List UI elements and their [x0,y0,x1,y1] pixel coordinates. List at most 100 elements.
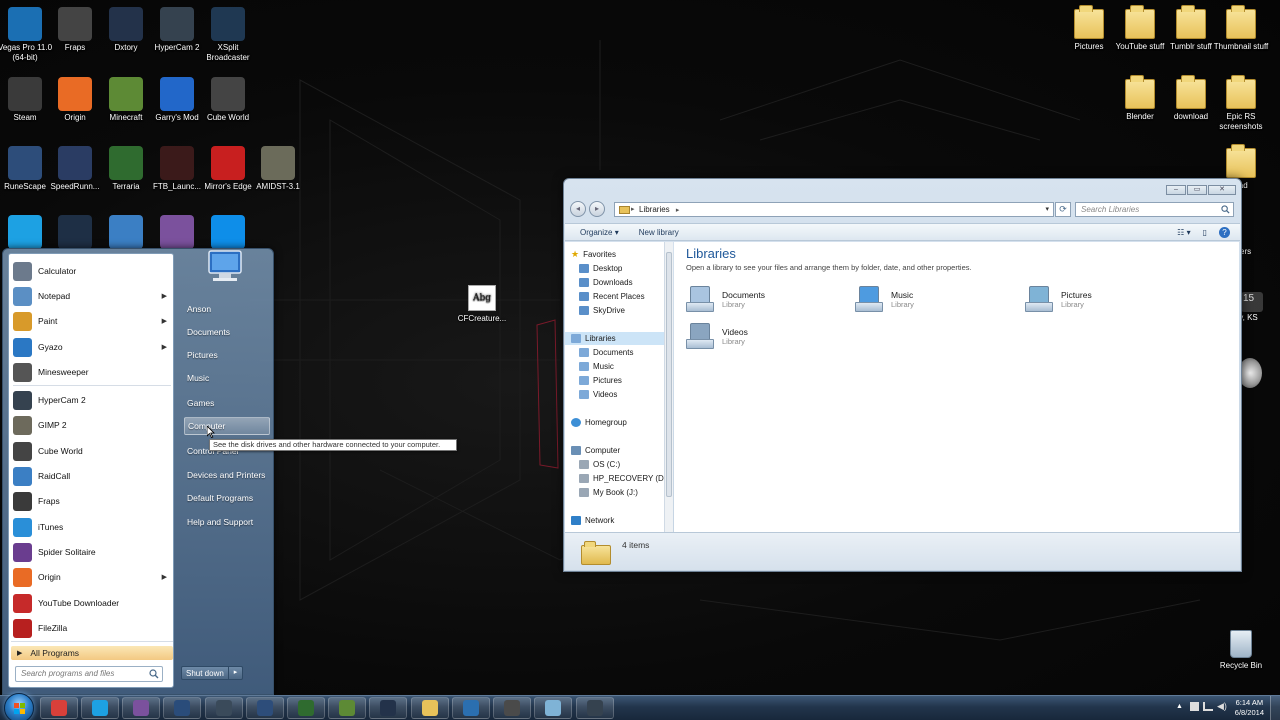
nav-item[interactable]: Pictures [579,374,622,387]
start-menu-program[interactable]: Cube World [11,439,173,463]
explorer-window-libraries[interactable]: – ▭ ✕ ◂ ▸ ▸ Libraries ▸ ▾ ⟳ Search Libra… [563,178,1242,572]
desktop-shortcut[interactable]: XSplit Broadcaster [200,4,256,63]
clock[interactable]: 6:14 AM 6/8/2014 [1235,698,1264,718]
taskbar-button[interactable] [369,697,407,719]
nav-libraries[interactable]: Libraries [565,332,665,345]
start-menu-program[interactable]: Calculator [11,259,173,283]
start-menu-program[interactable]: Fraps [11,489,173,513]
start-menu-program[interactable]: Notepad ▶ [11,284,173,308]
start-menu-program[interactable]: Minesweeper [11,360,173,384]
desktop-shortcut[interactable]: Garry's Mod [149,74,205,123]
nav-homegroup[interactable]: Homegroup [571,416,627,429]
help-icon[interactable]: ? [1219,227,1230,238]
action-center-icon[interactable] [1190,702,1199,711]
nav-item[interactable]: My Book (J:) [579,486,638,499]
taskbar-button[interactable] [40,697,78,719]
submenu-arrow-icon[interactable]: ▶ [162,573,167,581]
shutdown-options-arrow-icon[interactable]: ▸ [228,667,242,679]
desktop-shortcut[interactable]: AMIDST-3.1 [250,143,306,192]
desktop-shortcut[interactable]: Cube World [200,74,256,123]
desktop-shortcut[interactable]: Tumblr stuff [1163,4,1219,52]
address-root-label[interactable]: Libraries [639,205,670,214]
explorer-search-input[interactable]: Search Libraries [1075,202,1234,217]
submenu-arrow-icon[interactable]: ▶ [162,292,167,300]
desktop-shortcut[interactable]: Terraria [98,143,154,192]
desktop-shortcut[interactable]: Recycle Bin [1213,626,1269,671]
nav-item[interactable]: Downloads [579,276,633,289]
start-menu-link[interactable]: Games [184,394,270,412]
desktop-shortcut[interactable] [98,212,154,251]
submenu-arrow-icon[interactable]: ▶ [162,317,167,325]
show-hidden-icons-icon[interactable]: ▲ [1176,703,1183,710]
taskbar-button[interactable] [81,697,119,719]
desktop-shortcut[interactable]: Pictures [1061,4,1117,52]
start-menu-program[interactable]: Origin ▶ [11,565,173,589]
library-item[interactable]: Music Library [855,284,914,314]
back-button[interactable]: ◂ [570,201,586,217]
desktop-shortcut[interactable]: Dxtory [98,4,154,53]
start-menu-program[interactable]: iTunes [11,515,173,539]
start-menu-link[interactable]: Help and Support [184,513,270,531]
minimize-button[interactable]: – [1166,185,1186,195]
taskbar-button[interactable] [493,697,531,719]
organize-menu[interactable]: Organize ▾ [580,228,619,237]
desktop-shortcut[interactable]: Blender [1112,74,1168,122]
nav-computer[interactable]: Computer [571,444,620,457]
taskbar-button[interactable] [534,697,572,719]
desktop-shortcut[interactable]: HyperCam 2 [149,4,205,53]
all-programs-button[interactable]: ▶ All Programs [11,646,173,660]
shutdown-button[interactable]: Shut down ▸ [181,666,243,680]
address-bar[interactable]: ▸ Libraries ▸ ▾ [614,202,1054,217]
start-menu-link[interactable]: Default Programs [184,489,270,507]
volume-icon[interactable]: ◀) [1217,701,1227,712]
network-tray-icon[interactable] [1203,702,1213,711]
taskbar-button[interactable] [328,697,366,719]
address-dropdown-icon[interactable]: ▾ [1045,203,1049,216]
show-desktop-button[interactable] [1270,696,1280,720]
start-menu-program[interactable]: HyperCam 2 [11,388,173,412]
submenu-arrow-icon[interactable]: ▶ [162,343,167,351]
desktop-shortcut[interactable]: download [1163,74,1219,122]
taskbar-button[interactable] [411,697,449,719]
desktop-shortcut[interactable]: RuneScape [0,143,53,192]
desktop-shortcut[interactable]: Thumbnail stuff [1213,4,1269,52]
forward-button[interactable]: ▸ [589,201,605,217]
desktop-shortcut[interactable]: YouTube stuff [1112,4,1168,52]
start-button[interactable] [4,693,34,720]
start-menu-program[interactable]: Spider Solitaire [11,540,173,564]
desktop-shortcut[interactable]: Fraps [47,4,103,53]
nav-item[interactable]: Documents [579,346,633,359]
start-menu-link[interactable]: Devices and Printers [184,466,270,484]
desktop-shortcut[interactable]: Epic RS screenshots [1213,74,1269,132]
nav-item[interactable]: SkyDrive [579,304,625,317]
close-button[interactable]: ✕ [1208,185,1236,195]
preview-pane-icon[interactable]: ▯ [1203,228,1207,237]
new-library-button[interactable]: New library [639,228,679,237]
desktop-shortcut[interactable] [0,212,53,251]
start-menu-link[interactable]: Pictures [184,346,270,364]
navigation-scrollbar[interactable] [664,242,673,532]
library-item[interactable]: Pictures Library [1025,284,1092,314]
desktop-shortcut[interactable]: Steam [0,74,53,123]
nav-favorites[interactable]: ★ Favorites [571,248,616,261]
desktop-shortcut[interactable] [149,212,205,251]
start-menu-program[interactable]: GIMP 2 [11,413,173,437]
library-item[interactable]: Videos Library [686,321,748,351]
desktop-shortcut[interactable]: Minecraft [98,74,154,123]
taskbar-button[interactable] [287,697,325,719]
nav-item[interactable]: HP_RECOVERY (D [579,472,664,485]
taskbar-button[interactable] [163,697,201,719]
nav-item[interactable]: OS (C:) [579,458,620,471]
nav-item[interactable]: Recent Places [579,290,645,303]
start-menu-program[interactable]: Paint ▶ [11,309,173,333]
taskbar-button[interactable] [576,697,614,719]
start-menu-link[interactable]: Computer [184,417,270,435]
nav-item[interactable]: Desktop [579,262,622,275]
start-search-input[interactable]: Search programs and files [15,666,163,682]
scrollbar-thumb[interactable] [666,252,672,497]
taskbar-button[interactable] [452,697,490,719]
taskbar-button[interactable] [122,697,160,719]
change-view-icon[interactable]: ☷ ▾ [1177,228,1190,237]
nav-item[interactable]: Videos [579,388,617,401]
nav-network[interactable]: Network [571,514,614,527]
